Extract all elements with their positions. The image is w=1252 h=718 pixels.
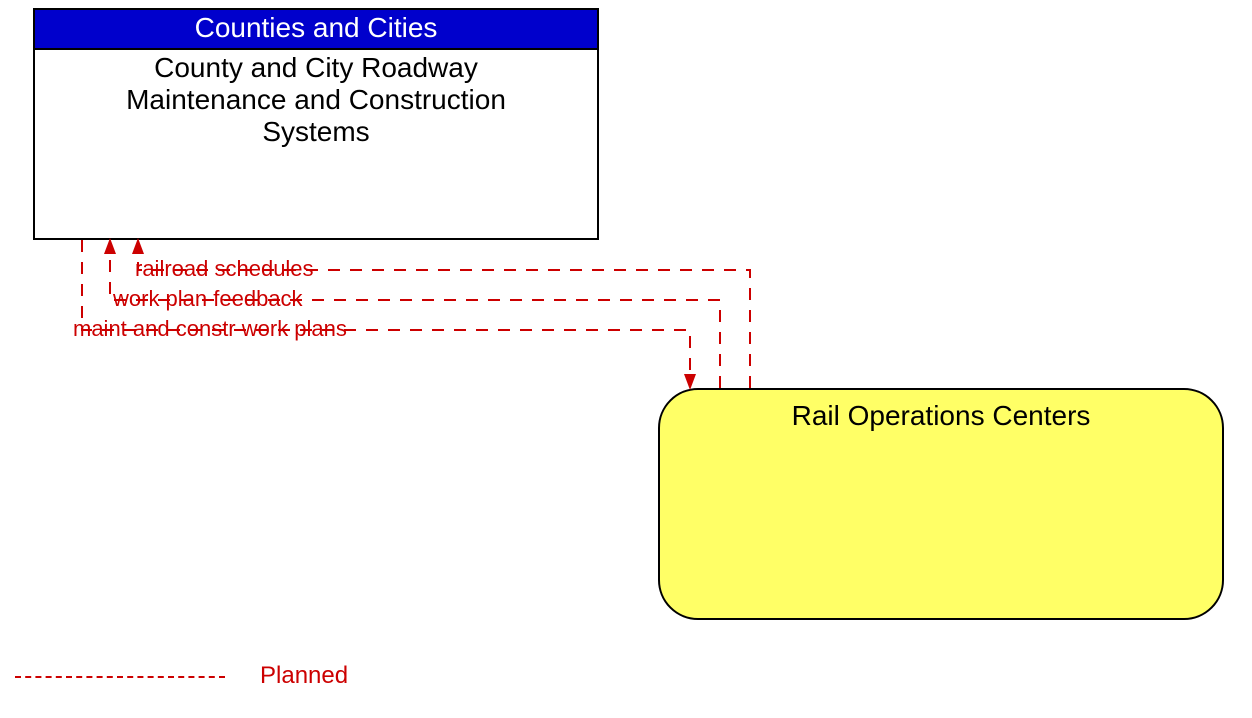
entity-title: Rail Operations Centers bbox=[660, 390, 1222, 432]
entity-body-line: County and City Roadway bbox=[35, 52, 597, 84]
flow-label-feedback: work plan feedback bbox=[113, 286, 303, 312]
flow-label-work-plans: maint and constr work plans bbox=[73, 316, 347, 342]
flow-label-schedules: railroad schedules bbox=[135, 256, 314, 282]
entity-body: County and City Roadway Maintenance and … bbox=[35, 50, 597, 149]
legend-label-planned: Planned bbox=[260, 662, 348, 690]
entity-header: Counties and Cities bbox=[35, 10, 597, 50]
entity-body-line: Systems bbox=[35, 116, 597, 148]
legend-line-planned bbox=[15, 676, 225, 678]
entity-box-county-city: Counties and Cities County and City Road… bbox=[33, 8, 599, 240]
entity-box-rail-ops: Rail Operations Centers bbox=[658, 388, 1224, 620]
entity-body-line: Maintenance and Construction bbox=[35, 84, 597, 116]
